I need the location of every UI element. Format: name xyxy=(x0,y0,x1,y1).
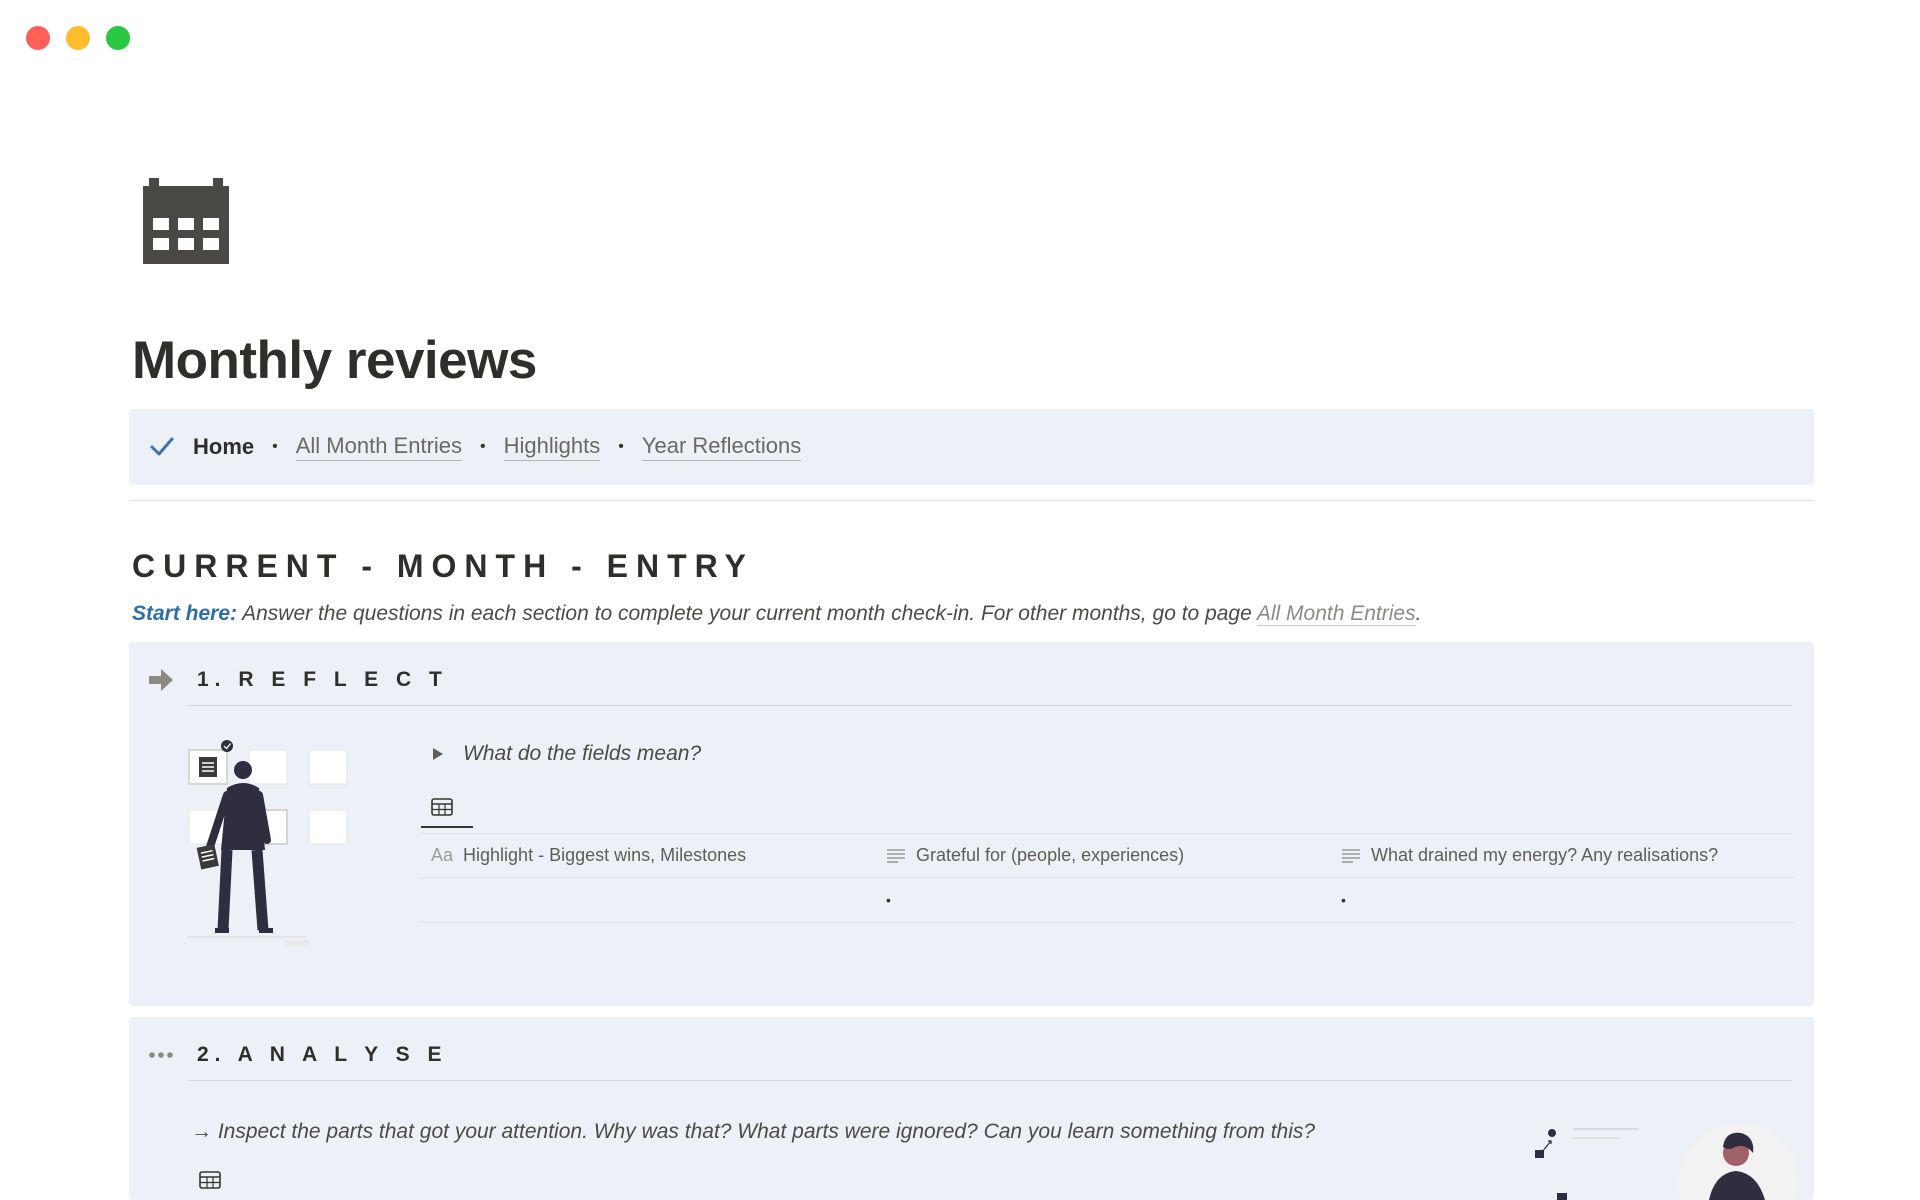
calendar-icon[interactable] xyxy=(143,178,229,264)
toggle-label: What do the fields mean? xyxy=(463,742,702,765)
reflect-callout: 1. R E F L E C T What do the fields mean… xyxy=(129,642,1814,1006)
analyse-header: 2. A N A L Y S E xyxy=(147,1041,447,1069)
person-analysis-illustration xyxy=(1535,1123,1799,1200)
column-header-drained[interactable]: What drained my energy? Any realisations… xyxy=(1331,845,1786,866)
person-board-illustration xyxy=(187,740,348,946)
triangle-right-icon[interactable] xyxy=(431,747,445,761)
reflect-title: 1. R E F L E C T xyxy=(197,668,448,691)
table-view-tab[interactable] xyxy=(421,790,473,828)
nav-separator: • xyxy=(480,438,486,455)
nav-home[interactable]: Home xyxy=(193,434,254,460)
column-label: Grateful for (people, experiences) xyxy=(916,845,1185,865)
maximize-window-button[interactable] xyxy=(106,26,130,50)
arrow-right-icon xyxy=(149,669,173,691)
nav-link-all-month-entries[interactable]: All Month Entries xyxy=(295,433,463,461)
column-header-highlight[interactable]: Aa Highlight - Biggest wins, Milestones xyxy=(421,845,876,866)
table-row[interactable]: • • xyxy=(421,878,1793,923)
nav-separator: • xyxy=(618,438,624,455)
title-property-icon: Aa xyxy=(431,845,454,865)
reflect-divider xyxy=(188,705,1792,706)
table-icon[interactable] xyxy=(199,1171,221,1189)
table-header-row: Aa Highlight - Biggest wins, Milestones … xyxy=(421,833,1793,878)
window-controls xyxy=(26,26,130,50)
table-cell[interactable]: • xyxy=(876,892,1331,908)
checkmark-icon xyxy=(150,437,174,456)
nav-link-year-reflections[interactable]: Year Reflections xyxy=(641,433,802,461)
minimize-window-button[interactable] xyxy=(66,26,90,50)
more-dots-icon xyxy=(149,1052,173,1058)
divider xyxy=(129,500,1814,501)
close-window-button[interactable] xyxy=(26,26,50,50)
intro-body: Answer the questions in each section to … xyxy=(237,602,1257,625)
intro-link-all-month-entries[interactable]: All Month Entries xyxy=(1256,602,1416,626)
fields-meaning-toggle[interactable]: What do the fields mean? xyxy=(431,742,701,766)
table-icon xyxy=(431,798,453,816)
section-heading: CURRENT - MONTH - ENTRY xyxy=(132,548,754,584)
text-lines-icon xyxy=(886,848,906,864)
page-title: Monthly reviews xyxy=(132,331,537,390)
analyse-divider xyxy=(188,1080,1792,1081)
nav-link-highlights[interactable]: Highlights xyxy=(503,433,601,461)
text-lines-icon xyxy=(1341,848,1361,864)
column-label: What drained my energy? Any realisations… xyxy=(1371,845,1719,865)
column-label: Highlight - Biggest wins, Milestones xyxy=(463,845,747,865)
intro-text: Start here: Answer the questions in each… xyxy=(132,602,1812,626)
column-header-grateful[interactable]: Grateful for (people, experiences) xyxy=(876,845,1331,866)
nav-separator: • xyxy=(272,438,278,455)
analyse-callout: 2. A N A L Y S E → Inspect the parts tha… xyxy=(129,1017,1814,1200)
analyse-title: 2. A N A L Y S E xyxy=(197,1043,448,1066)
reflect-header: 1. R E F L E C T xyxy=(147,666,448,694)
reflect-database-table: Aa Highlight - Biggest wins, Milestones … xyxy=(421,833,1793,923)
analyse-prompt: → Inspect the parts that got your attent… xyxy=(191,1120,1316,1143)
page-nav-bar: Home • All Month Entries • Highlights • … xyxy=(129,409,1814,485)
intro-start-label: Start here: xyxy=(132,602,238,625)
intro-end: . xyxy=(1415,602,1422,625)
table-cell[interactable]: • xyxy=(1331,892,1786,908)
